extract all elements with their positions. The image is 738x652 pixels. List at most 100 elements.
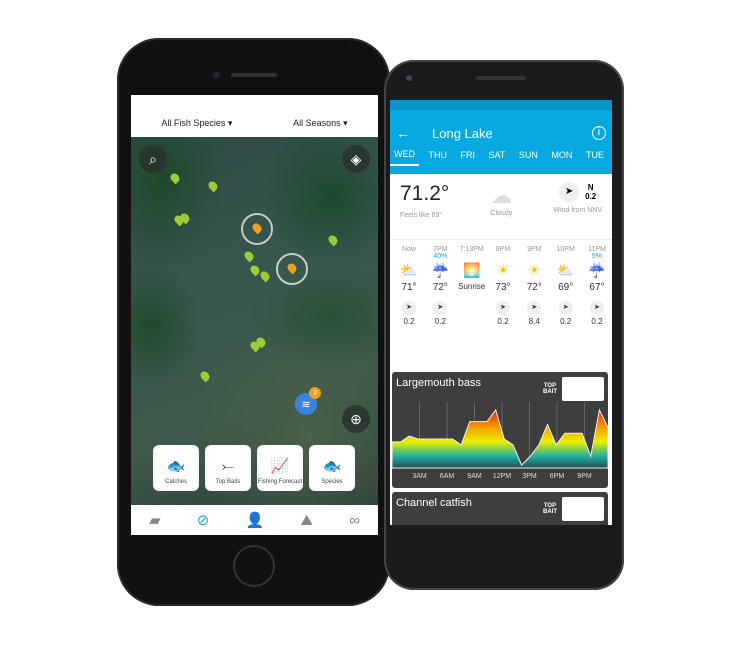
wind-direction: N (587, 183, 594, 192)
map-pin[interactable] (198, 369, 212, 383)
precip-chance (488, 253, 518, 262)
hour-time: 11PM (588, 246, 606, 253)
filter-bar: All Fish Species ▾ All Seasons ▾ (131, 95, 378, 137)
species-card[interactable]: Channel catfish TOP BAIT (392, 492, 608, 525)
forecast-icon[interactable]: ⛰ (300, 512, 313, 529)
activity-area (392, 408, 608, 469)
wind-arrow-icon: ➤ (589, 301, 604, 315)
home-button[interactable] (233, 545, 275, 587)
precip-chance: 40% (433, 253, 448, 260)
lure-icon: ⤚ (221, 457, 234, 475)
wind-label: Wind from NNV (553, 207, 602, 214)
hour-time: 7PM (433, 246, 448, 253)
top-baits-tile[interactable]: ⤚ Top Baits (205, 445, 251, 491)
hour-temp: 67° (589, 282, 605, 293)
top-bait-label: TOP BAIT (543, 383, 557, 395)
hour-temp: 71° (401, 282, 417, 293)
search-icon[interactable]: ⌕ (139, 145, 167, 173)
species-card[interactable]: Largemouth bass TOP BAIT 3AM 6AM 9AM 12PM 3P… (392, 372, 608, 488)
compass-icon[interactable]: ⊘ (197, 511, 210, 529)
top-bait-label: TOP BAIT (543, 503, 557, 515)
hour-column: 7PM 40% ☔ 72° ➤ 0.2 (425, 246, 455, 326)
wind-arrow-icon: ➤ (558, 301, 573, 315)
satellite-map[interactable]: ⌕ ◈ ≋ 3 ⊕ 🐟 Catches ⤚ Top Baits 📈 Fishing F… (131, 137, 378, 505)
hour-temp: 72° (432, 282, 448, 293)
catches-tile[interactable]: 🐟 Catches (153, 445, 199, 491)
sunrise-icon: 🌅 (462, 262, 481, 278)
map-pin[interactable] (326, 233, 340, 247)
hour-wind: 0.2 (560, 317, 572, 326)
species-tile[interactable]: 🐟 Species (309, 445, 355, 491)
hour-tick-label: 9PM (577, 473, 592, 480)
hour-tick-label: 9AM (467, 473, 482, 480)
hour-tick-label: 12PM (493, 473, 511, 480)
precip-chance (394, 253, 424, 262)
map-pin[interactable] (258, 269, 272, 283)
tab-fri[interactable]: FRI (457, 145, 480, 165)
tile-label: Species (321, 479, 343, 486)
precip-chance (519, 253, 549, 262)
map-screen: All Fish Species ▾ All Seasons ▾ ⌕ ◈ ≋ 3… (131, 95, 378, 535)
wind-arrow-icon: ➤ (433, 301, 448, 315)
current-conditions: 71.2° Feels like 69° ☁ Cloudy ➤ N 0.2 Wind fr… (390, 174, 612, 240)
hour-temp: 73° (495, 282, 511, 293)
map-pin[interactable] (168, 171, 182, 185)
species-name: Channel catfish (396, 497, 472, 509)
app-header: ← Long Lake i WED THU FRI SAT SUN MON TUE (390, 110, 612, 174)
status-bar (390, 100, 612, 110)
hour-column: 8PM ☀ 73° ➤ 0.2 (488, 246, 518, 326)
layers-icon[interactable]: ◈ (342, 145, 370, 173)
hour-column: 10PM ⛅ 69° ➤ 0.2 (551, 246, 581, 326)
wind-speed: 0.2 (585, 192, 597, 201)
crankbait-image[interactable] (562, 497, 604, 521)
tab-mon[interactable]: MON (547, 145, 576, 165)
map-pin[interactable] (242, 249, 256, 263)
rain-icon: ☔ (588, 262, 606, 278)
precip-chance (551, 253, 581, 262)
page-title: Long Lake (432, 125, 493, 141)
spinnerbait-image[interactable] (562, 377, 604, 401)
tab-tue[interactable]: TUE (582, 145, 608, 165)
species-filter[interactable]: All Fish Species ▾ (161, 118, 232, 129)
tab-thu[interactable]: THU (425, 145, 452, 165)
wind-arrow-icon: ➤ (559, 182, 580, 202)
hour-wind: 0.2 (434, 317, 446, 326)
sun-icon: ☀ (496, 262, 510, 278)
season-filter[interactable]: All Seasons ▾ (293, 118, 348, 129)
catch-log-icon[interactable]: ▰ (149, 511, 161, 529)
hour-wind: 0.2 (403, 317, 415, 326)
hour-column: 11PM 5% ☔ 67° ➤ 0.2 (582, 246, 612, 326)
hour-time: Now (401, 246, 416, 253)
back-icon[interactable]: ← (396, 125, 410, 141)
hour-time: 10PM (556, 246, 575, 253)
current-temp: 71.2° (400, 182, 450, 205)
day-tabs: WED THU FRI SAT SUN MON TUE (390, 144, 612, 166)
condition: Cloudy (490, 210, 513, 217)
precip-chance: 5% (591, 253, 603, 260)
info-icon[interactable]: i (592, 126, 606, 140)
profile-icon[interactable]: 👤 (246, 511, 265, 529)
hourly-forecast[interactable]: Now ⛅ 71° ➤ 0.2 7PM 40% ☔ 72° ➤ 0.2 7:13PM 🌅 Sunrise 8… (390, 240, 612, 326)
tab-sun[interactable]: SUN (515, 145, 542, 165)
cloud-icon: ☁ (490, 183, 513, 208)
map-pin[interactable] (206, 179, 220, 193)
hour-temp: Sunrise (458, 282, 486, 291)
species-name: Largemouth bass (396, 377, 481, 389)
tab-sat[interactable]: SAT (485, 145, 510, 165)
fishing-forecast-tile[interactable]: 📈 Fishing Forecast (257, 445, 303, 491)
hour-wind: 0.2 (497, 317, 509, 326)
weather-screen: ← Long Lake i WED THU FRI SAT SUN MON TUE 71.2… (390, 100, 612, 525)
bottom-tab-bar: ▰ ⊘ 👤 ⛰ ∞ (131, 505, 378, 535)
hour-wind: 0.2 (591, 317, 603, 326)
hour-wind: 8.4 (528, 317, 540, 326)
binoculars-icon[interactable]: ∞ (349, 512, 360, 529)
cluster-count: 3 (309, 387, 321, 399)
hour-tick-label: 6PM (550, 473, 565, 480)
quick-tiles: 🐟 Catches ⤚ Top Baits 📈 Fishing Forecast 🐟 S… (153, 445, 355, 491)
camera (406, 75, 412, 81)
sun-icon: ☀ (528, 262, 541, 278)
speaker (231, 73, 277, 77)
tab-wed[interactable]: WED (390, 144, 419, 166)
rain-icon: ☔ (431, 262, 450, 278)
locate-icon[interactable]: ⊕ (342, 405, 370, 433)
